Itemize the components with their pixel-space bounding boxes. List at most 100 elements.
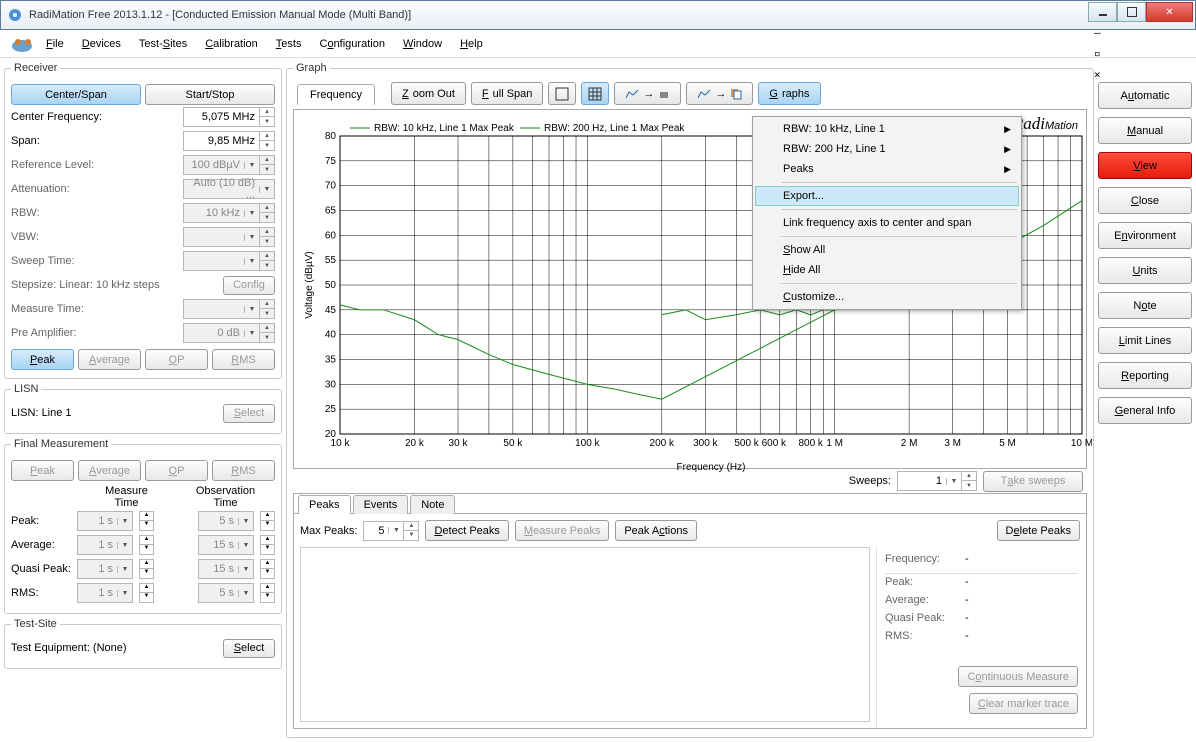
center-frequency-input[interactable]: 5,075 MHz▲▼ xyxy=(183,107,275,127)
info-frequency-label: Frequency: xyxy=(885,553,965,571)
svg-text:50 k: 50 k xyxy=(503,438,523,449)
final-average-button[interactable]: Average xyxy=(78,460,141,481)
tab-frequency[interactable]: Frequency xyxy=(297,84,375,105)
print-chart-button[interactable]: → xyxy=(614,82,681,105)
environment-button[interactable]: Environment xyxy=(1098,222,1192,249)
clear-marker-trace-button[interactable]: Clear marker trace xyxy=(969,693,1078,714)
peaks-info-panel: Frequency:- Peak:- Average:- Quasi Peak:… xyxy=(876,547,1086,728)
ctx-rbw-10khz[interactable]: RBW: 10 kHz, Line 1▶ xyxy=(755,119,1019,139)
receiver-rms-button[interactable]: RMS xyxy=(212,349,275,370)
menu-calibration[interactable]: Calibration xyxy=(205,38,258,50)
menu-devices[interactable]: Devices xyxy=(82,38,121,50)
measure-time-input[interactable]: ▼▲▼ xyxy=(183,299,275,319)
graphs-button[interactable]: Graphs xyxy=(758,82,820,105)
grid-on-icon[interactable] xyxy=(581,82,609,105)
menu-file[interactable]: File xyxy=(46,38,64,50)
fm-rms-measure[interactable]: 1 s▼ xyxy=(77,583,133,603)
rbw-input[interactable]: 10 kHz▼▲▼ xyxy=(183,203,275,223)
final-legend: Final Measurement xyxy=(11,438,111,450)
sweep-time-input[interactable]: ▼▲▼ xyxy=(183,251,275,271)
reference-level-input[interactable]: 100 dBµV▼▲▼ xyxy=(183,155,275,175)
attenuation-input[interactable]: Auto (10 dB) ...▼ xyxy=(183,179,275,199)
full-span-button[interactable]: Full Span xyxy=(471,82,544,105)
units-button[interactable]: Units xyxy=(1098,257,1192,284)
info-peak-label: Peak: xyxy=(885,576,965,594)
receiver-qp-button[interactable]: QP xyxy=(145,349,208,370)
tab-note[interactable]: Note xyxy=(410,495,455,514)
pre-amplifier-input[interactable]: 0 dB▼▲▼ xyxy=(183,323,275,343)
lisn-group: LISN LISN: Line 1 Select xyxy=(4,383,282,434)
grid-off-icon[interactable] xyxy=(548,82,576,105)
stepsize-config-button[interactable]: Config xyxy=(223,276,275,295)
lisn-select-button[interactable]: Select xyxy=(223,404,275,423)
max-peaks-label: Max Peaks: xyxy=(300,525,357,537)
detect-peaks-button[interactable]: Detect Peaks xyxy=(425,520,508,541)
reference-level-label: Reference Level: xyxy=(11,159,183,171)
note-button[interactable]: Note xyxy=(1098,292,1192,319)
receiver-peak-button[interactable]: Peak xyxy=(11,349,74,370)
general-info-button[interactable]: General Info xyxy=(1098,397,1192,424)
fm-qp-measure[interactable]: 1 s▼ xyxy=(77,559,133,579)
delete-peaks-button[interactable]: Delete Peaks xyxy=(997,520,1080,541)
tab-events[interactable]: Events xyxy=(353,495,409,514)
reporting-button[interactable]: Reporting xyxy=(1098,362,1192,389)
ctx-customize[interactable]: Customize... xyxy=(755,287,1019,307)
zoom-out-button[interactable]: Zoom Out xyxy=(391,82,466,105)
test-site-select-button[interactable]: Select xyxy=(223,639,275,658)
close-button[interactable]: Close xyxy=(1098,187,1192,214)
menu-help[interactable]: Help xyxy=(460,38,483,50)
sweeps-input[interactable]: 1▼▲▼ xyxy=(897,471,977,491)
app-logo-icon xyxy=(8,34,36,54)
copy-chart-button[interactable]: → xyxy=(686,82,753,105)
span-label: Span: xyxy=(11,135,183,147)
svg-text:500 k 600 k: 500 k 600 k xyxy=(734,438,787,449)
ctx-link-axis[interactable]: Link frequency axis to center and span xyxy=(755,213,1019,233)
svg-text:65: 65 xyxy=(325,206,337,217)
start-stop-button[interactable]: Start/Stop xyxy=(145,84,275,105)
fm-rms-obs[interactable]: 5 s▼ xyxy=(198,583,254,603)
limit-lines-button[interactable]: Limit Lines xyxy=(1098,327,1192,354)
ctx-show-all[interactable]: Show All xyxy=(755,240,1019,260)
attenuation-label: Attenuation: xyxy=(11,183,183,195)
svg-text:RBW: 10 kHz, Line 1 Max Peak: RBW: 10 kHz, Line 1 Max Peak xyxy=(374,123,515,134)
ctx-rbw-200hz[interactable]: RBW: 200 Hz, Line 1▶ xyxy=(755,139,1019,159)
max-peaks-input[interactable]: 5▼▲▼ xyxy=(363,521,419,541)
vbw-input[interactable]: ▼▲▼ xyxy=(183,227,275,247)
fm-peak-obs[interactable]: 5 s▼ xyxy=(198,511,254,531)
tab-peaks[interactable]: Peaks xyxy=(298,495,351,514)
span-input[interactable]: 9,85 MHz▲▼ xyxy=(183,131,275,151)
final-peak-button[interactable]: Peak xyxy=(11,460,74,481)
svg-text:800 k: 800 k xyxy=(798,438,823,449)
mdi-restore-icon[interactable]: ▫ xyxy=(1094,47,1188,60)
automatic-button[interactable]: Automatic xyxy=(1098,82,1192,109)
graphs-context-menu: RBW: 10 kHz, Line 1▶ RBW: 200 Hz, Line 1… xyxy=(752,116,1022,310)
view-button[interactable]: View xyxy=(1098,152,1192,179)
menu-tests[interactable]: Tests xyxy=(276,38,302,50)
menu-test-sites[interactable]: Test-Sites xyxy=(139,38,187,50)
mdi-minimize-icon[interactable]: – xyxy=(1094,26,1188,39)
ctx-peaks[interactable]: Peaks▶ xyxy=(755,159,1019,179)
receiver-group: Receiver Center/Span Start/Stop Center F… xyxy=(4,62,282,379)
menu-window[interactable]: Window xyxy=(403,38,442,50)
fm-avg-obs[interactable]: 15 s▼ xyxy=(198,535,254,555)
measure-peaks-button[interactable]: Measure Peaks xyxy=(515,520,609,541)
ctx-hide-all[interactable]: Hide All xyxy=(755,260,1019,280)
center-span-button[interactable]: Center/Span xyxy=(11,84,141,105)
final-rms-button[interactable]: RMS xyxy=(212,460,275,481)
continuous-measure-button[interactable]: Continuous Measure xyxy=(958,666,1078,687)
fm-qp-obs[interactable]: 15 s▼ xyxy=(198,559,254,579)
ctx-export[interactable]: Export... xyxy=(755,186,1019,206)
menu-configuration[interactable]: Configuration xyxy=(319,38,384,50)
manual-button[interactable]: Manual xyxy=(1098,117,1192,144)
graph-legend: Graph xyxy=(293,62,330,74)
receiver-average-button[interactable]: Average xyxy=(78,349,141,370)
final-qp-button[interactable]: QP xyxy=(145,460,208,481)
fm-avg-measure[interactable]: 1 s▼ xyxy=(77,535,133,555)
svg-text:100 k: 100 k xyxy=(575,438,600,449)
pre-amplifier-label: Pre Amplifier: xyxy=(11,327,183,339)
peak-actions-button[interactable]: Peak Actions xyxy=(615,520,697,541)
fm-peak-measure[interactable]: 1 s▼ xyxy=(77,511,133,531)
info-avg-label: Average: xyxy=(885,594,965,612)
peaks-list[interactable] xyxy=(300,547,870,722)
svg-text:30: 30 xyxy=(325,379,337,390)
